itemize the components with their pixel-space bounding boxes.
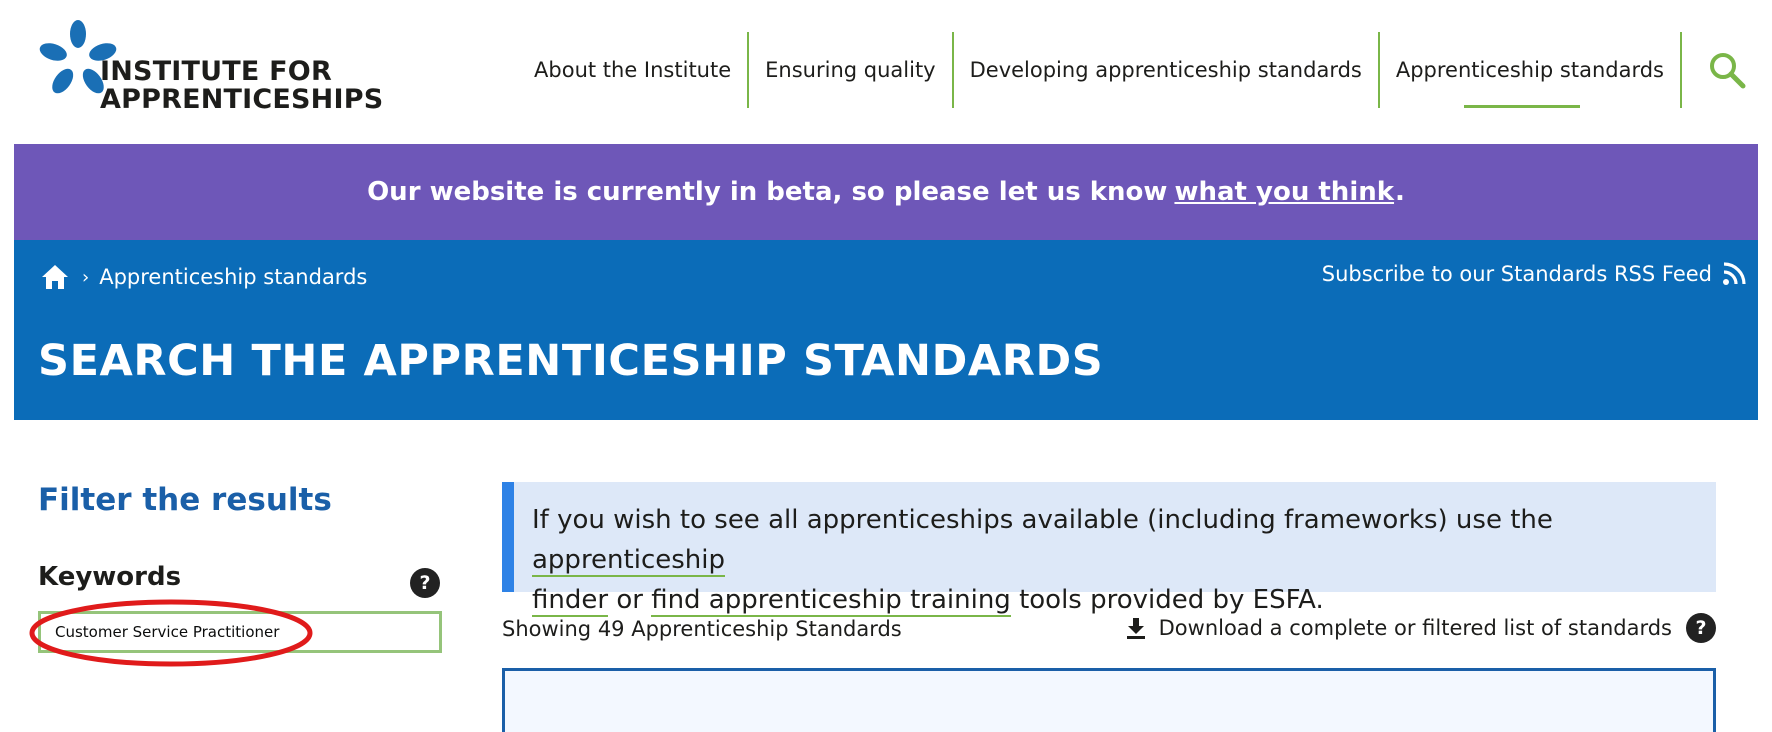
nav-apprenticeship-standards[interactable]: Apprenticeship standards: [1380, 32, 1680, 108]
home-icon[interactable]: [40, 262, 70, 292]
main-nav: About the Institute Ensuring quality Dev…: [518, 32, 1772, 108]
site-header: INSTITUTE FOR APPRENTICESHIPS About the …: [0, 0, 1772, 144]
page-title: SEARCH THE APPRENTICESHIP STANDARDS: [38, 336, 1104, 386]
info-prefix: If you wish to see all apprenticeships a…: [532, 505, 1553, 535]
keywords-help-icon[interactable]: ?: [410, 568, 440, 598]
search-button[interactable]: [1682, 32, 1772, 108]
site-logo[interactable]: INSTITUTE FOR APPRENTICESHIPS: [38, 20, 383, 120]
info-suffix: tools provided by ESFA.: [1019, 585, 1324, 615]
download-help-icon[interactable]: ?: [1686, 613, 1716, 643]
breadcrumb-separator: ›: [82, 266, 90, 288]
breadcrumb-current[interactable]: Apprenticeship standards: [99, 265, 367, 289]
download-icon: [1126, 618, 1145, 639]
info-or: or: [616, 585, 643, 615]
breadcrumb: › Apprenticeship standards: [40, 262, 367, 292]
logo-line-2: APPRENTICESHIPS: [100, 84, 384, 115]
beta-text: Our website is currently in beta, so ple…: [367, 177, 1168, 207]
results-count: Showing 49 Apprenticeship Standards: [502, 617, 902, 641]
apprenticeship-finder-link-part1[interactable]: apprenticeship: [532, 545, 725, 577]
beta-period: .: [1395, 177, 1405, 207]
info-callout: If you wish to see all apprenticeships a…: [502, 482, 1716, 617]
keywords-label: Keywords: [38, 562, 182, 592]
result-card[interactable]: [502, 668, 1716, 732]
rss-link[interactable]: Subscribe to our Standards RSS Feed: [1322, 262, 1746, 286]
nav-developing-standards[interactable]: Developing apprenticeship standards: [954, 32, 1378, 108]
filter-title: Filter the results: [38, 482, 332, 518]
nav-about[interactable]: About the Institute: [518, 32, 747, 108]
keywords-input[interactable]: [38, 611, 442, 653]
download-link[interactable]: Download a complete or filtered list of …: [1125, 613, 1716, 643]
page-hero: › Apprenticeship standards Subscribe to …: [14, 240, 1758, 420]
apprenticeship-finder-link-part2[interactable]: finder: [532, 585, 609, 617]
feedback-link[interactable]: what you think: [1174, 177, 1394, 207]
rss-icon: [1723, 262, 1746, 285]
download-label: Download a complete or filtered list of …: [1158, 616, 1672, 640]
logo-text: INSTITUTE FOR APPRENTICESHIPS: [100, 58, 383, 114]
beta-banner: Our website is currently in beta, so ple…: [14, 144, 1758, 240]
find-training-link[interactable]: find apprenticeship training: [651, 585, 1011, 617]
logo-line-1: INSTITUTE FOR: [100, 56, 332, 87]
nav-ensuring-quality[interactable]: Ensuring quality: [749, 32, 951, 108]
rss-label: Subscribe to our Standards RSS Feed: [1321, 262, 1712, 286]
search-icon: [1710, 53, 1746, 89]
